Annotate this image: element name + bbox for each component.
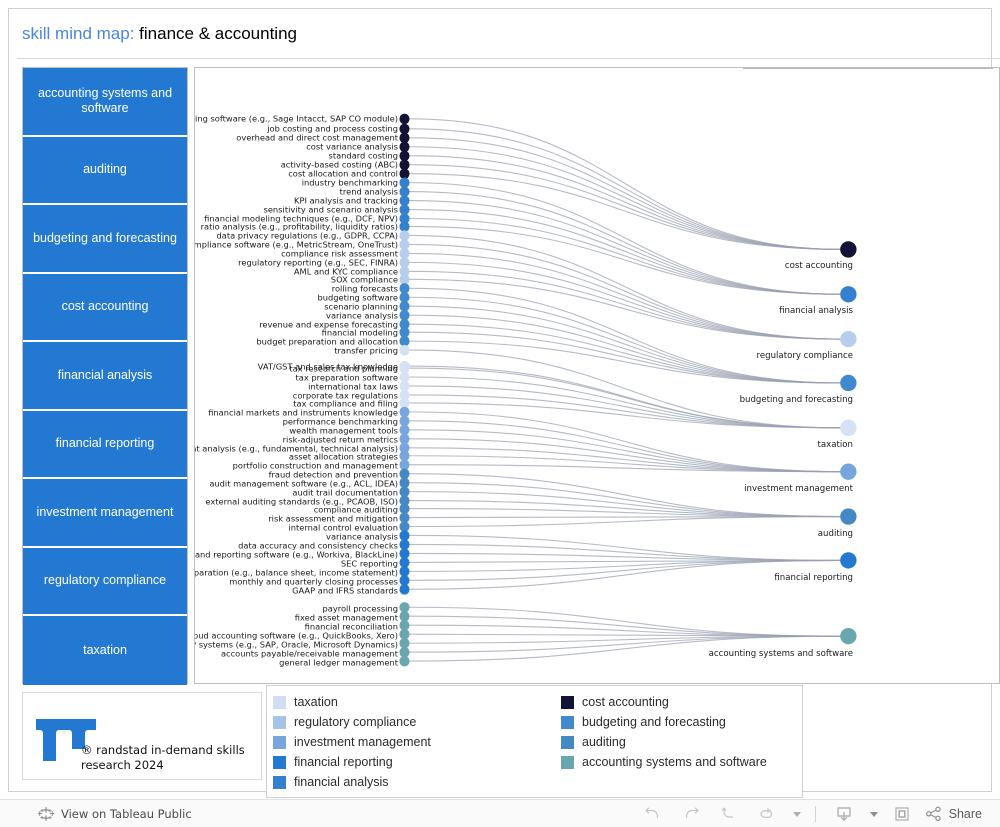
legend-label: accounting systems and software [582,755,767,769]
page-title: skill mind map: finance & accounting [22,24,297,44]
legend-label: financial reporting [294,755,393,769]
refresh-icon [760,807,772,818]
legend-swatch [561,715,574,729]
download-button[interactable] [825,803,863,825]
undo-icon [644,807,658,819]
share-icon [925,806,941,822]
download-icon [837,807,851,822]
sidebar-item-label: taxation [83,642,127,657]
sidebar-item-regulatory-compliance[interactable]: regulatory compliance [23,547,187,616]
view-on-tableau-public-label: View on Tableau Public [61,807,192,821]
revert-icon [721,807,733,818]
legend-label: auditing [582,735,626,749]
redo-icon [685,807,699,819]
skill-label[interactable]: GAAP and IFRS standards [292,586,398,596]
legend-item-regulatory-compliance[interactable]: regulatory compliance [273,712,431,732]
sidebar-item-auditing[interactable]: auditing [23,136,187,205]
undo-button[interactable] [634,803,672,825]
skill-label[interactable]: general ledger management [279,658,398,668]
legend-item-auditing[interactable]: auditing [561,732,767,752]
redo-button[interactable] [672,803,710,825]
branding-panel: ® randstad in-demand skills research 202… [22,692,262,780]
tableau-logo-icon [38,807,54,821]
sidebar-item-cost-accounting[interactable]: cost accounting [23,273,187,342]
legend-swatch [273,715,286,729]
legend-label: investment management [294,735,431,749]
view-on-tableau-public-button[interactable]: View on Tableau Public [38,806,192,822]
sidebar-item-label: budgeting and forecasting [33,230,177,245]
sidebar-item-label: financial reporting [55,436,155,451]
sidebar-item-taxation[interactable]: taxation [23,616,187,685]
legend-swatch [273,735,286,749]
page-title-prefix: skill mind map: [22,24,135,43]
share-label: Share [948,807,982,821]
page-title-main: finance & accounting [139,24,297,43]
refresh-button[interactable] [748,803,786,825]
category-node-label[interactable]: accounting systems and software [709,649,853,659]
header-divider [17,58,1000,59]
sidebar-item-label: accounting systems and software [37,86,173,116]
legend-column-2: cost accounting budgeting and forecastin… [561,692,767,772]
sidebar-item-label: cost accounting [61,299,149,314]
fullscreen-button[interactable] [883,803,921,825]
sidebar-item-financial-reporting[interactable]: financial reporting [23,410,187,479]
legend-label: taxation [294,695,338,709]
sidebar-item-label: financial analysis [57,367,153,382]
download-dropdown-button[interactable] [863,803,883,825]
mind-map-chart: cost accounting software (e.g., Sage Int… [194,67,1000,684]
branding-line-2: research 2024 [81,758,164,772]
refresh-dropdown-button[interactable] [786,803,806,825]
bottom-toolbar: View on Tableau Public Share [0,799,1000,827]
legend-swatch [561,695,574,709]
legend-item-financial-analysis[interactable]: financial analysis [273,772,431,792]
toolbar-actions: Share [634,803,982,825]
category-node-label[interactable]: regulatory compliance [757,351,853,361]
chevron-down-icon [793,811,802,817]
visualization-container: skill mind map: finance & accounting acc… [8,8,1000,798]
legend-label: budgeting and forecasting [582,715,726,729]
legend-item-investment-management[interactable]: investment management [273,732,431,752]
sidebar-item-financial-analysis[interactable]: financial analysis [23,342,187,411]
legend-swatch [561,755,574,769]
legend-swatch [561,735,574,749]
legend-item-taxation[interactable]: taxation [273,692,431,712]
sidebar-item-budgeting-and-forecasting[interactable]: budgeting and forecasting [23,205,187,274]
sidebar-item-accounting-systems-and-software[interactable]: accounting systems and software [23,68,187,137]
revert-button[interactable] [710,803,748,825]
legend-swatch [273,695,286,709]
legend-item-cost-accounting[interactable]: cost accounting [561,692,767,712]
category-node-label[interactable]: financial analysis [779,306,853,316]
category-node-label[interactable]: investment management [744,484,853,494]
legend-label: regulatory compliance [294,715,417,729]
skill-label[interactable]: cost accounting software (e.g., Sage Int… [195,114,398,124]
category-node-label[interactable]: budgeting and forecasting [740,395,853,405]
sidebar-item-label: auditing [83,162,127,177]
share-button[interactable]: Share [921,806,982,822]
sidebar-item-label: regulatory compliance [43,573,167,588]
category-sidebar: accounting systems and software auditing… [22,67,188,685]
category-node-label[interactable]: taxation [818,440,853,450]
legend-swatch [273,755,286,769]
branding-text: ® randstad in-demand skills research 202… [81,743,245,773]
category-node-label[interactable]: auditing [818,529,853,539]
legend-label: cost accounting [582,695,669,709]
legend-column-1: taxation regulatory compliance investmen… [273,692,431,792]
branding-line-1: ® randstad in-demand skills [81,743,245,757]
skill-label[interactable]: transfer pricing [334,346,398,356]
sidebar-item-investment-management[interactable]: investment management [23,479,187,548]
category-node-label[interactable]: cost accounting [785,261,853,271]
sidebar-item-label: investment management [36,504,174,519]
legend-label: financial analysis [294,775,389,789]
legend-item-financial-reporting[interactable]: financial reporting [273,752,431,772]
legend-item-budgeting-and-forecasting[interactable]: budgeting and forecasting [561,712,767,732]
toolbar-divider [814,806,816,822]
category-node-label[interactable]: financial reporting [774,573,853,583]
legend: taxation regulatory compliance investmen… [266,685,803,798]
fullscreen-icon [895,807,909,821]
legend-swatch [273,775,286,789]
legend-item-accounting-systems-and-software[interactable]: accounting systems and software [561,752,767,772]
chevron-down-icon [870,811,879,817]
